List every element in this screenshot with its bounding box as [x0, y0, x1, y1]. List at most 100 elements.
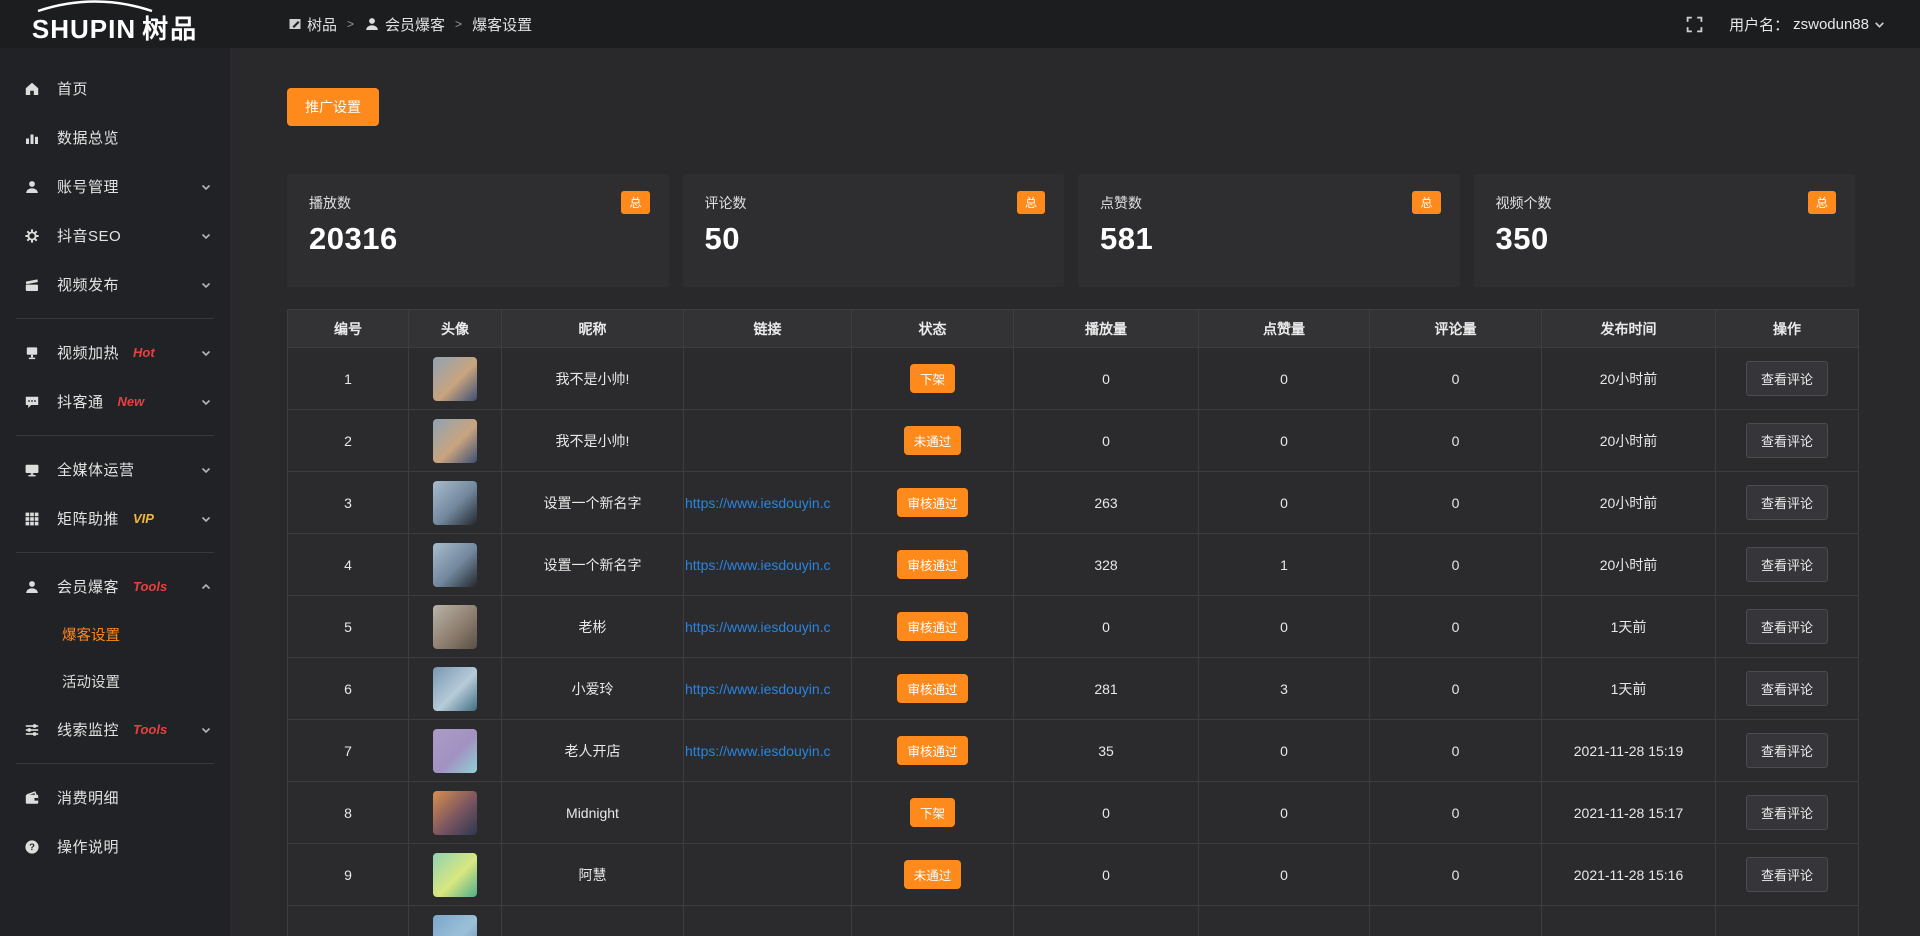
stat-card-value: 20316 [309, 221, 647, 257]
cell-nickname: 我不是小帅! [502, 348, 684, 410]
cell-link[interactable]: https://www.iesdouyin.c [684, 658, 852, 720]
logo-arc [34, 0, 156, 13]
table-row: 8Midnight下架0002021-11-28 15:17查看评论 [288, 782, 1859, 844]
sidebar-item-matrix-boost[interactable]: 矩阵助推VIP [0, 494, 230, 543]
view-comments-button[interactable]: 查看评论 [1746, 671, 1828, 706]
sidebar-item-label: 账号管理 [57, 176, 119, 197]
stat-card: 视频个数350总 [1474, 174, 1856, 287]
sidebar-item-member-baoke[interactable]: 会员爆客Tools [0, 562, 230, 611]
user-dropdown[interactable]: 用户名：zswodun88 [1729, 14, 1886, 35]
cell-nickname: 我不是小帅! [502, 410, 684, 472]
cell-comments: 0 [1370, 782, 1542, 844]
status-badge: 审核通过 [897, 736, 967, 765]
main-content: 推广设置 播放数20316总评论数50总点赞数581总视频个数350总 编号头像… [230, 48, 1920, 936]
sidebar-item-omni-media[interactable]: 全媒体运营 [0, 445, 230, 494]
sidebar-item-video-heating[interactable]: 视频加热Hot [0, 328, 230, 377]
cell-link [684, 844, 852, 906]
view-comments-button[interactable]: 查看评论 [1746, 423, 1828, 458]
cell-status: 审核通过 [852, 658, 1014, 720]
cell-avatar [409, 534, 502, 596]
stat-card: 评论数50总 [683, 174, 1065, 287]
table-header-row: 编号头像昵称链接状态播放量点赞量评论量发布时间操作 [288, 310, 1859, 348]
sliders-icon [24, 722, 42, 738]
cell-plays: 263 [1014, 472, 1199, 534]
clapper-icon [24, 277, 42, 293]
cell-link[interactable]: https://www.iesdouyin.c [684, 534, 852, 596]
cell-link[interactable]: https://www.iesdouyin.c [684, 472, 852, 534]
view-comments-button[interactable]: 查看评论 [1746, 609, 1828, 644]
cell-nickname: 设置一个新名字 [502, 534, 684, 596]
cell-comments [1370, 906, 1542, 936]
cell-avatar [409, 348, 502, 410]
sidebar-item-data-overview[interactable]: 数据总览 [0, 113, 230, 162]
view-comments-button[interactable]: 查看评论 [1746, 485, 1828, 520]
cell-status [852, 906, 1014, 936]
cell-plays: 281 [1014, 658, 1199, 720]
cell-nickname: Midnight [502, 782, 684, 844]
brand-text: SHUPIN树品 [32, 9, 198, 46]
sidebar-item-label: 线索监控 [57, 719, 119, 740]
cell-publish-time: 20小时前 [1542, 410, 1716, 472]
cell-avatar [409, 658, 502, 720]
sidebar-divider [16, 318, 214, 319]
cell-nickname: 小爱玲 [502, 658, 684, 720]
sidebar-item-account-management[interactable]: 账号管理 [0, 162, 230, 211]
table-header-cell: 播放量 [1014, 310, 1199, 348]
cell-id: 3 [288, 472, 409, 534]
sidebar-subitem-baoke-settings[interactable]: 爆客设置 [0, 611, 230, 658]
brand-logo[interactable]: SHUPIN树品 [0, 0, 230, 48]
cell-avatar [409, 472, 502, 534]
breadcrumb-label: 树品 [307, 14, 337, 35]
comment-icon [24, 394, 42, 410]
cell-link [684, 906, 852, 936]
cell-status: 审核通过 [852, 472, 1014, 534]
sidebar-divider [16, 552, 214, 553]
view-comments-button[interactable]: 查看评论 [1746, 361, 1828, 396]
cell-publish-time: 2021-11-28 15:17 [1542, 782, 1716, 844]
sidebar-item-douketong[interactable]: 抖客通New [0, 377, 230, 426]
videos-table: 编号头像昵称链接状态播放量点赞量评论量发布时间操作 1我不是小帅!下架00020… [287, 309, 1859, 936]
view-comments-button[interactable]: 查看评论 [1746, 795, 1828, 830]
cell-plays: 35 [1014, 720, 1199, 782]
sidebar-item-consumption-detail[interactable]: 消费明细 [0, 773, 230, 822]
chevron-down-icon [200, 396, 212, 408]
wallet-icon [24, 790, 42, 806]
sidebar-item-video-publish[interactable]: 视频发布 [0, 260, 230, 309]
sidebar-item-douyin-seo[interactable]: 抖音SEO [0, 211, 230, 260]
cell-likes: 0 [1199, 782, 1370, 844]
breadcrumb-item[interactable]: 会员爆客 [364, 14, 445, 35]
table-row: 9阿慧未通过0002021-11-28 15:16查看评论 [288, 844, 1859, 906]
cell-plays: 0 [1014, 596, 1199, 658]
view-comments-button[interactable]: 查看评论 [1746, 547, 1828, 582]
chevron-down-icon [200, 230, 212, 242]
breadcrumb-item[interactable]: 爆客设置 [472, 14, 532, 35]
cell-comments: 0 [1370, 596, 1542, 658]
cell-nickname: 老人开店 [502, 720, 684, 782]
sidebar-item-home[interactable]: 首页 [0, 64, 230, 113]
sidebar-subitem-activity-settings[interactable]: 活动设置 [0, 658, 230, 705]
home-icon [24, 81, 42, 97]
view-comments-button[interactable]: 查看评论 [1746, 857, 1828, 892]
cell-nickname: 设置一个新名字 [502, 472, 684, 534]
cell-likes: 0 [1199, 472, 1370, 534]
fullscreen-icon[interactable] [1686, 16, 1703, 33]
sidebar-item-label: 抖音SEO [57, 225, 121, 246]
sidebar-item-clue-monitor[interactable]: 线索监控Tools [0, 705, 230, 754]
cell-link[interactable]: https://www.iesdouyin.c [684, 720, 852, 782]
breadcrumb-separator: > [455, 17, 462, 31]
document-icon [288, 17, 302, 31]
stat-card: 点赞数581总 [1078, 174, 1460, 287]
cell-id: 2 [288, 410, 409, 472]
cell-link[interactable]: https://www.iesdouyin.c [684, 596, 852, 658]
sidebar-item-operation-guide[interactable]: ?操作说明 [0, 822, 230, 871]
sidebar-item-label: 首页 [57, 78, 88, 99]
chevron-down-icon [200, 724, 212, 736]
view-comments-button[interactable]: 查看评论 [1746, 733, 1828, 768]
header-right: 用户名：zswodun88 [1686, 14, 1920, 35]
status-badge: 未通过 [904, 860, 962, 889]
cell-id: 7 [288, 720, 409, 782]
cell-avatar [409, 720, 502, 782]
breadcrumb-item[interactable]: 树品 [288, 14, 337, 35]
promotion-settings-button[interactable]: 推广设置 [287, 88, 379, 126]
cell-link [684, 782, 852, 844]
